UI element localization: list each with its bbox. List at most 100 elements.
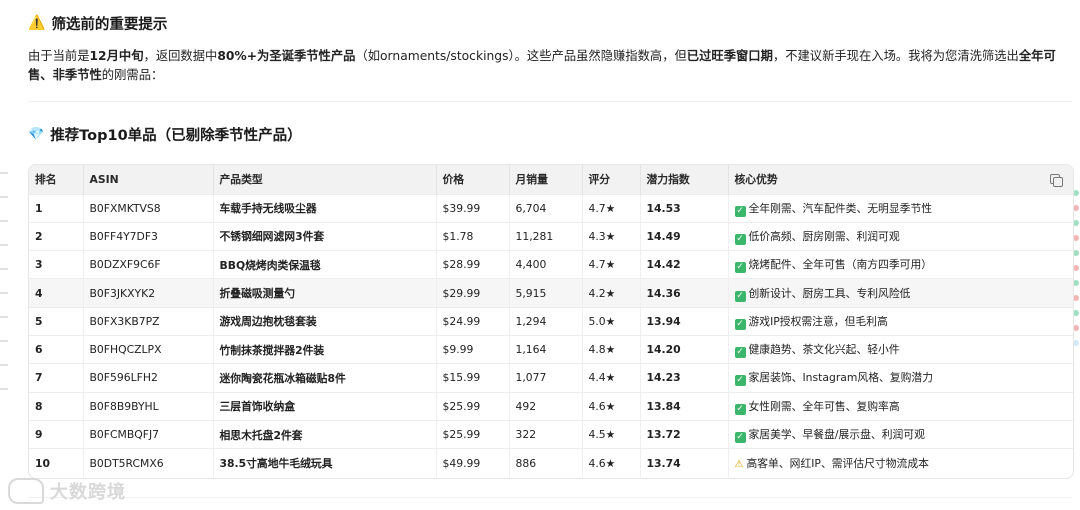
cell-rank: 5: [29, 307, 84, 336]
cell-rank: 1: [29, 194, 84, 223]
cell-price: $15.99: [436, 363, 510, 393]
cell-advantage: ✓ 全年刚需、汽车配件类、无明显季节性: [728, 194, 1073, 222]
cell-rating: 4.6★: [582, 392, 641, 421]
col-header-asin[interactable]: ASIN: [83, 165, 214, 194]
cell-rating: 4.6★: [582, 448, 641, 477]
advantage-text: 创新设计、厨房工具、专利风险低: [748, 286, 911, 300]
cell-advantage: ✓ 创新设计、厨房工具、专利风险低: [728, 279, 1073, 307]
col-header-advantage[interactable]: 核心优势: [728, 165, 1073, 194]
cell-asin: B0DZXF9C6F: [83, 250, 214, 279]
warning-icon: ⚠️: [28, 15, 46, 31]
watermark-logo-icon: [8, 478, 44, 504]
cell-index: 14.36: [640, 278, 729, 308]
table-row: 3 B0DZXF9C6F BBQ烧烤肉类保温毯 $28.99 4,400 4.7★ 14.4…: [29, 250, 1073, 279]
intro-text: ，返回数据中: [143, 49, 218, 63]
cell-price: $39.99: [436, 194, 510, 223]
left-scroll-markers: [0, 172, 10, 412]
advantage-text: 高客单、网红IP、需评估尺寸物流成本: [746, 457, 929, 471]
cell-advantage: ✓ 烧烤配件、全年可售（南方四季可用）: [728, 251, 1073, 279]
col-header-sales[interactable]: 月销量: [509, 165, 583, 194]
advantage-text: 烧烤配件、全年可售（南方四季可用）: [748, 258, 933, 272]
copy-icon[interactable]: [1049, 173, 1063, 187]
cell-asin: B0FXMKTVS8: [83, 194, 214, 223]
cell-rating: 4.3★: [582, 222, 641, 251]
cell-advantage: ✓ 低价高频、厨房刚需、利润可观: [728, 222, 1073, 250]
cell-rank: 7: [29, 363, 84, 393]
table-row: 9 B0FCMBQFJ7 相思木托盘2件套 $25.99 322 4.5★ 13.72 ✓ 家居…: [29, 420, 1073, 449]
cell-asin: B0FHQCZLPX: [83, 335, 214, 364]
cell-advantage: ✓ 家居装饰、Instagram风格、复购潜力: [728, 364, 1073, 392]
section-title: 推荐Top10单品（已剔除季节性产品）: [50, 127, 302, 144]
cell-rating: 5.0★: [582, 307, 641, 336]
cell-price: $1.78: [436, 222, 510, 251]
cell-sales: 11,281: [509, 222, 583, 251]
cell-type: 游戏周边抱枕毯套装: [213, 307, 437, 336]
table-row: 5 B0FX3KB7PZ 游戏周边抱枕毯套装 $24.99 1,294 5.0★ 13.94…: [29, 307, 1073, 336]
advantage-text: 家居美学、早餐盘/展示盘、利润可观: [748, 428, 925, 442]
cell-advantage: ✓ 健康趋势、茶文化兴起、轻小件: [728, 335, 1073, 363]
col-header-rank[interactable]: 排名: [29, 165, 84, 194]
divider: [28, 101, 1072, 102]
watermark-text: 大数跨境: [50, 482, 126, 503]
cell-price: $24.99: [436, 307, 510, 336]
cell-rating: 4.8★: [582, 335, 641, 364]
cell-advantage: ✓ 家居美学、早餐盘/展示盘、利润可观: [728, 420, 1073, 448]
advantage-text: 家居装饰、Instagram风格、复购潜力: [748, 371, 934, 385]
cell-price: $25.99: [436, 392, 510, 421]
cell-sales: 1,294: [509, 307, 583, 336]
table-row: 10 B0DT5RCMX6 38.5寸高地牛毛绒玩具 $49.99 886 4.6★ 13.…: [29, 448, 1073, 477]
cell-index: 14.23: [640, 363, 729, 393]
cell-sales: 1,077: [509, 363, 583, 393]
table-row: 2 B0FF4Y7DF3 不锈钢细网滤网3件套 $1.78 11,281 4.3★ 14.4…: [29, 222, 1073, 251]
cell-sales: 6,704: [509, 194, 583, 223]
cell-sales: 322: [509, 420, 583, 449]
cell-type: 竹制抹茶搅拌器2件装: [213, 335, 437, 364]
advantage-text: 全年刚需、汽车配件类、无明显季节性: [748, 201, 933, 215]
intro-text: （如ornaments/stockings）。这些产品虽然隐赚指数高，但: [355, 49, 687, 63]
checkmark-icon: ✓: [734, 375, 746, 387]
cell-advantage: ✓ 游戏IP授权需注意，但毛利高: [728, 307, 1073, 335]
cell-sales: 1,164: [509, 335, 583, 364]
checkmark-icon: ✓: [734, 205, 746, 217]
cell-index: 13.72: [640, 420, 729, 449]
intro-bold: 12月中旬: [89, 49, 144, 63]
cell-sales: 4,400: [509, 250, 583, 279]
cell-index: 14.42: [640, 250, 729, 279]
cell-sales: 5,915: [509, 278, 583, 308]
advantage-text: 女性刚需、全年可售、复购率高: [748, 399, 900, 413]
checkmark-icon: ✓: [734, 262, 746, 274]
cell-price: $28.99: [436, 250, 510, 279]
advantage-text: 健康趋势、茶文化兴起、轻小件: [748, 343, 900, 357]
warning-heading: ⚠️ 筛选前的重要提示: [28, 12, 167, 34]
cell-price: $29.99: [436, 278, 510, 308]
cell-rating: 4.7★: [582, 194, 641, 223]
table-header-row: 排名 ASIN 产品类型 价格 月销量 评分 潜力指数 核心优势: [29, 165, 1073, 194]
col-header-index[interactable]: 潜力指数: [640, 165, 729, 194]
cell-rank: 10: [29, 448, 84, 477]
col-header-price[interactable]: 价格: [436, 165, 510, 194]
right-minimap[interactable]: [1073, 190, 1080, 355]
cell-index: 14.20: [640, 335, 729, 364]
cell-type: 三层首饰收纳盒: [213, 392, 437, 421]
cell-price: $25.99: [436, 420, 510, 449]
col-header-type[interactable]: 产品类型: [213, 165, 437, 194]
cell-type: 相思木托盘2件套: [213, 420, 437, 449]
checkmark-icon: ✓: [734, 432, 746, 444]
cell-rank: 4: [29, 278, 84, 308]
intro-paragraph: 由于当前是12月中旬，返回数据中80%+为圣诞季节性产品（如ornaments/…: [28, 47, 1072, 85]
cell-asin: B0FX3KB7PZ: [83, 307, 214, 336]
cell-index: 13.84: [640, 392, 729, 421]
cell-rank: 3: [29, 250, 84, 279]
bottom-divider: [28, 497, 1072, 498]
cell-index: 13.74: [640, 448, 729, 477]
intro-text: ，不建议新手现在入场。我将为您清洗筛选出: [772, 49, 1019, 63]
intro-text: 的刚需品：: [101, 68, 164, 82]
warning-title: 筛选前的重要提示: [51, 16, 168, 33]
gem-icon: 💎: [28, 126, 45, 142]
cell-type: 38.5寸高地牛毛绒玩具: [213, 448, 437, 477]
table-row: 7 B0F596LFH2 迷你陶瓷花瓶冰箱磁贴8件 $15.99 1,077 4.4★ 14…: [29, 363, 1073, 393]
col-header-rating[interactable]: 评分: [582, 165, 641, 194]
cell-type: 折叠磁吸测量勺: [213, 278, 437, 308]
intro-text: 由于当前是: [28, 49, 90, 63]
cell-index: 14.53: [640, 194, 729, 223]
